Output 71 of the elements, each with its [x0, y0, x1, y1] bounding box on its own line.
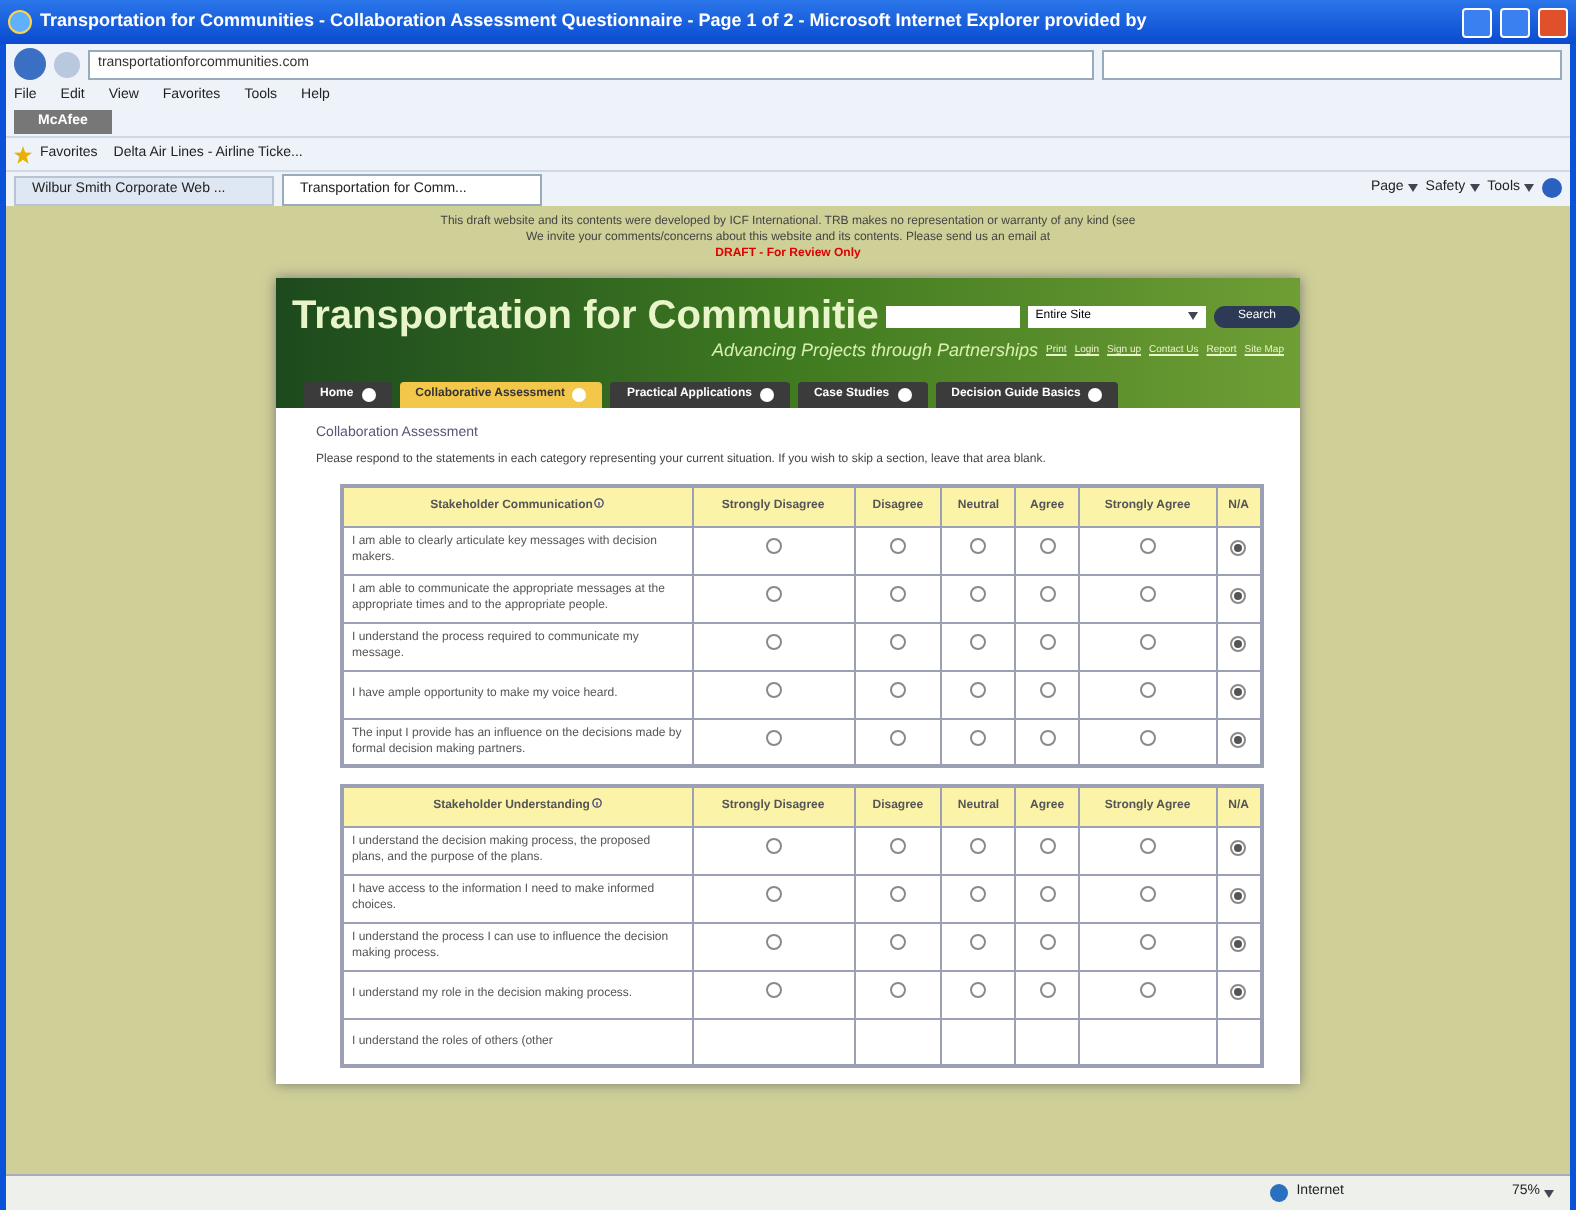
radio-button-selected[interactable]	[1230, 588, 1247, 604]
radio-button[interactable]	[765, 838, 782, 854]
radio-button[interactable]	[765, 634, 782, 650]
radio-button[interactable]	[970, 934, 987, 950]
radio-button[interactable]	[970, 682, 987, 698]
radio-button[interactable]	[765, 934, 782, 950]
radio-button[interactable]	[970, 886, 987, 902]
radio-button[interactable]	[1139, 982, 1156, 998]
radio-button[interactable]	[1139, 682, 1156, 698]
radio-button[interactable]	[889, 838, 906, 854]
radio-button[interactable]	[765, 982, 782, 998]
radio-button-selected[interactable]	[1230, 888, 1247, 904]
caret-icon	[1524, 183, 1534, 192]
window-title: Transportation for Communities - Collaboration Assessment Questionnaire - Page 1 of 2 - Microsoft Internet Explorer provided by	[40, 8, 1149, 35]
radio-button[interactable]	[970, 538, 987, 554]
radio-button[interactable]	[970, 982, 987, 998]
minimize-button[interactable]	[1462, 7, 1492, 37]
maximize-button[interactable]	[1500, 7, 1530, 37]
radio-button[interactable]	[1139, 934, 1156, 950]
radio-button[interactable]	[1039, 538, 1056, 554]
radio-button[interactable]	[970, 634, 987, 650]
close-button[interactable]	[1538, 7, 1568, 37]
radio-button[interactable]	[1139, 838, 1156, 854]
radio-button-selected[interactable]	[1230, 984, 1247, 1000]
radio-button[interactable]	[1039, 682, 1056, 698]
site-title: Transportation for Communitie	[292, 294, 879, 338]
caret-icon	[1407, 183, 1418, 192]
radio-button[interactable]	[1139, 586, 1156, 602]
radio-button-selected[interactable]	[1230, 731, 1247, 748]
radio-button[interactable]	[1139, 538, 1156, 554]
radio-button-selected[interactable]	[1230, 840, 1247, 856]
search-field[interactable]	[1102, 49, 1562, 79]
radio-button[interactable]	[765, 538, 782, 554]
radio-button[interactable]	[765, 886, 782, 902]
radio-button[interactable]	[970, 586, 987, 602]
info-icon	[591, 797, 602, 808]
radio-button[interactable]	[1039, 886, 1056, 902]
radio-button[interactable]	[889, 934, 906, 950]
radio-button-selected[interactable]	[1230, 540, 1247, 556]
caret-icon	[1469, 183, 1480, 192]
radio-button[interactable]	[889, 682, 906, 698]
info-icon	[594, 497, 605, 508]
radio-button[interactable]	[1039, 982, 1056, 998]
radio-button[interactable]	[1039, 729, 1056, 746]
star-icon	[14, 145, 32, 163]
radio-button[interactable]	[889, 729, 906, 746]
radio-button-selected[interactable]	[1230, 636, 1247, 652]
radio-button[interactable]	[889, 586, 906, 602]
radio-button[interactable]	[1139, 729, 1156, 746]
radio-button[interactable]	[889, 634, 906, 650]
radio-button[interactable]	[765, 729, 782, 746]
radio-button[interactable]	[970, 838, 987, 854]
tagline: Advancing Projects through Partnerships	[711, 338, 1039, 364]
radio-button[interactable]	[889, 538, 906, 554]
site-search-field[interactable]	[886, 305, 1020, 327]
radio-button[interactable]	[1039, 586, 1056, 602]
radio-button[interactable]	[1039, 634, 1056, 650]
radio-button-selected[interactable]	[1230, 936, 1247, 952]
radio-button[interactable]	[765, 586, 782, 602]
radio-button[interactable]	[765, 682, 782, 698]
radio-button[interactable]	[889, 982, 906, 998]
back-button[interactable]	[14, 48, 46, 80]
radio-button[interactable]	[1139, 634, 1156, 650]
caret-icon	[1544, 1189, 1554, 1197]
caret-icon	[1187, 312, 1198, 320]
radio-button[interactable]	[970, 729, 987, 746]
radio-button[interactable]	[1039, 838, 1056, 854]
radio-button[interactable]	[1139, 886, 1156, 902]
radio-button[interactable]	[889, 886, 906, 902]
radio-button[interactable]	[1039, 934, 1056, 950]
radio-button-selected[interactable]	[1230, 684, 1247, 700]
